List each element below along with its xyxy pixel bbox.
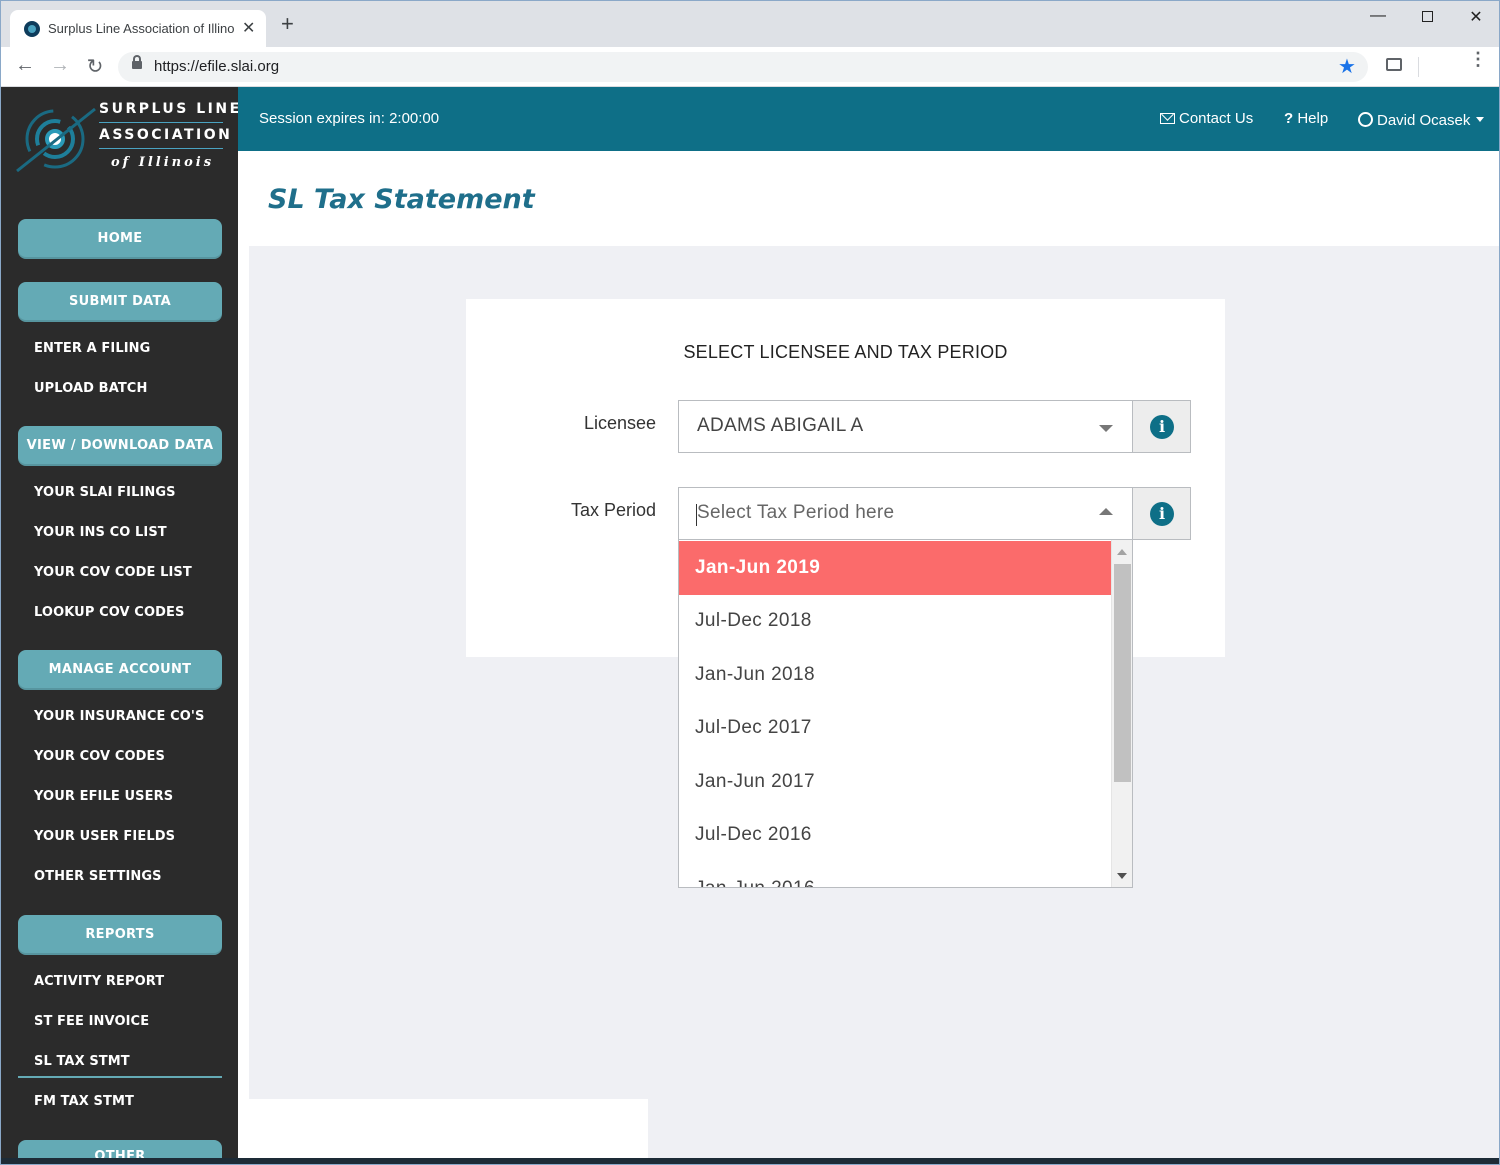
- session-timer: Session expires in: 2:00:00: [259, 110, 440, 127]
- sidebar: SURPLUS LINE ASSOCIATION of Illinois HOM…: [1, 87, 238, 1164]
- dropdown-option[interactable]: Jul-Dec 2016: [679, 808, 1111, 862]
- address-bar[interactable]: https://efile.slai.org ★: [118, 52, 1368, 82]
- browser-tab[interactable]: Surplus Line Association of Illinois ✕: [10, 10, 266, 47]
- browser-window: Surplus Line Association of Illinois ✕ +…: [0, 0, 1500, 1165]
- user-name: David Ocasek: [1377, 112, 1471, 129]
- sidebar-item-enter-filing[interactable]: ENTER A FILING: [34, 341, 150, 356]
- card-heading: SELECT LICENSEE AND TAX PERIOD: [683, 342, 1008, 362]
- logo-line3: of Illinois: [111, 155, 215, 170]
- sidebar-item-your-user-fields[interactable]: YOUR USER FIELDS: [34, 829, 175, 844]
- home-button[interactable]: HOME: [18, 219, 222, 259]
- sidebar-item-your-slai-filings[interactable]: YOUR SLAI FILINGS: [34, 485, 176, 500]
- toolbar-divider: [1418, 57, 1419, 77]
- maximize-icon: [1421, 11, 1433, 22]
- url-text[interactable]: https://efile.slai.org: [154, 58, 279, 75]
- caret-down-icon: [1476, 117, 1485, 122]
- manage-account-button[interactable]: MANAGE ACCOUNT: [18, 650, 222, 690]
- back-icon[interactable]: ←: [13, 54, 37, 77]
- dropdown-option[interactable]: Jul-Dec 2018: [679, 594, 1111, 648]
- view-download-data-button[interactable]: VIEW / DOWNLOAD DATA: [18, 426, 222, 466]
- sidebar-item-st-fee-invoice[interactable]: ST FEE INVOICE: [34, 1014, 149, 1029]
- licensee-label: Licensee: [583, 413, 656, 433]
- help-link[interactable]: ? Help: [1284, 110, 1328, 127]
- info-icon: i: [1150, 415, 1174, 439]
- bookmark-star-icon[interactable]: ★: [1338, 54, 1356, 79]
- page-title: SL Tax Statement: [268, 184, 535, 215]
- footer-strip: [238, 1099, 648, 1164]
- new-tab-button[interactable]: +: [281, 13, 294, 35]
- active-item-underline: [18, 1076, 222, 1078]
- minimize-button[interactable]: —: [1363, 7, 1393, 25]
- tax-period-dropdown[interactable]: Jan-Jun 2019 Jul-Dec 2018 Jan-Jun 2018 J…: [678, 539, 1133, 888]
- licensee-select[interactable]: ADAMS ABIGAIL A: [678, 400, 1133, 453]
- tax-period-info-button[interactable]: i: [1132, 487, 1191, 540]
- scrollbar-thumb[interactable]: [1114, 564, 1131, 782]
- logo-rule: [99, 148, 223, 149]
- top-header: Session expires in: 2:00:00 Contact Us ?…: [238, 87, 1499, 151]
- user-menu[interactable]: David Ocasek: [1358, 110, 1485, 129]
- sidebar-item-activity-report[interactable]: ACTIVITY REPORT: [34, 974, 164, 989]
- dropdown-option[interactable]: Jan-Jun 2018: [679, 648, 1111, 702]
- taskbar-strip: [1, 1158, 1499, 1164]
- licensee-info-button[interactable]: i: [1132, 400, 1191, 453]
- tax-period-select[interactable]: Select Tax Period here: [678, 487, 1133, 540]
- forward-icon[interactable]: →: [48, 54, 72, 77]
- question-icon: ?: [1284, 110, 1294, 127]
- browser-menu-icon[interactable]: ⋮: [1469, 50, 1487, 68]
- contact-us-link[interactable]: Contact Us: [1160, 110, 1253, 127]
- logo-line1: SURPLUS LINE: [99, 101, 238, 117]
- browser-toolbar: ← → ↻ https://efile.slai.org ★ ⋮: [1, 47, 1499, 87]
- sidebar-item-your-cov-codes[interactable]: YOUR COV CODES: [34, 749, 165, 764]
- scroll-up-icon[interactable]: [1117, 549, 1127, 555]
- sidebar-item-your-ins-co-list[interactable]: YOUR INS CO LIST: [34, 525, 167, 540]
- reports-button[interactable]: REPORTS: [18, 915, 222, 955]
- envelope-icon: [1160, 113, 1175, 124]
- sidebar-item-fm-tax-stmt[interactable]: FM TAX STMT: [34, 1094, 134, 1109]
- contact-us-label: Contact Us: [1179, 110, 1254, 127]
- tab-strip: Surplus Line Association of Illinois ✕ +…: [1, 1, 1499, 47]
- cast-icon[interactable]: [1386, 58, 1402, 71]
- dropdown-option[interactable]: Jul-Dec 2017: [679, 701, 1111, 755]
- maximize-button[interactable]: [1412, 7, 1442, 27]
- tax-period-placeholder: Select Tax Period here: [697, 502, 895, 523]
- sidebar-item-sl-tax-stmt[interactable]: SL TAX STMT: [34, 1054, 130, 1069]
- licensee-value: ADAMS ABIGAIL A: [697, 415, 864, 436]
- dropdown-option[interactable]: Jan-Jun 2016: [679, 862, 1111, 887]
- help-label: Help: [1297, 110, 1329, 127]
- dropdown-option[interactable]: Jan-Jun 2019: [679, 541, 1111, 595]
- logo-rule: [99, 122, 223, 123]
- tax-period-label: Tax Period: [570, 500, 656, 520]
- window-close-button[interactable]: ✕: [1461, 7, 1491, 27]
- dropdown-option[interactable]: Jan-Jun 2017: [679, 755, 1111, 809]
- footer-strip-right: [648, 1099, 1499, 1164]
- title-band: SL Tax Statement: [238, 151, 1499, 246]
- dropdown-scrollbar[interactable]: [1111, 540, 1132, 887]
- sidebar-item-lookup-cov-codes[interactable]: LOOKUP COV CODES: [34, 605, 184, 620]
- user-circle-icon: [1358, 112, 1373, 127]
- sidebar-item-your-insurance-cos[interactable]: YOUR INSURANCE CO'S: [34, 709, 204, 724]
- tab-title: Surplus Line Association of Illinois: [48, 21, 234, 36]
- logo-line2: ASSOCIATION: [99, 127, 233, 143]
- sidebar-item-other-settings[interactable]: OTHER SETTINGS: [34, 869, 162, 884]
- tab-close-icon[interactable]: ✕: [242, 18, 255, 38]
- slai-logo[interactable]: SURPLUS LINE ASSOCIATION of Illinois: [15, 99, 238, 191]
- info-icon: i: [1150, 502, 1174, 526]
- favicon-icon: [24, 21, 40, 37]
- lock-icon: [132, 55, 142, 69]
- submit-data-button[interactable]: SUBMIT DATA: [18, 282, 222, 322]
- chevron-down-icon: [1099, 425, 1113, 432]
- sidebar-item-upload-batch[interactable]: UPLOAD BATCH: [34, 381, 147, 396]
- logo-emblem-icon: [16, 107, 96, 173]
- scroll-down-icon[interactable]: [1117, 873, 1127, 879]
- sidebar-item-your-efile-users[interactable]: YOUR EFILE USERS: [34, 789, 173, 804]
- reload-icon[interactable]: ↻: [83, 54, 107, 79]
- chevron-up-icon: [1099, 508, 1113, 515]
- sidebar-item-your-cov-code-list[interactable]: YOUR COV CODE LIST: [34, 565, 192, 580]
